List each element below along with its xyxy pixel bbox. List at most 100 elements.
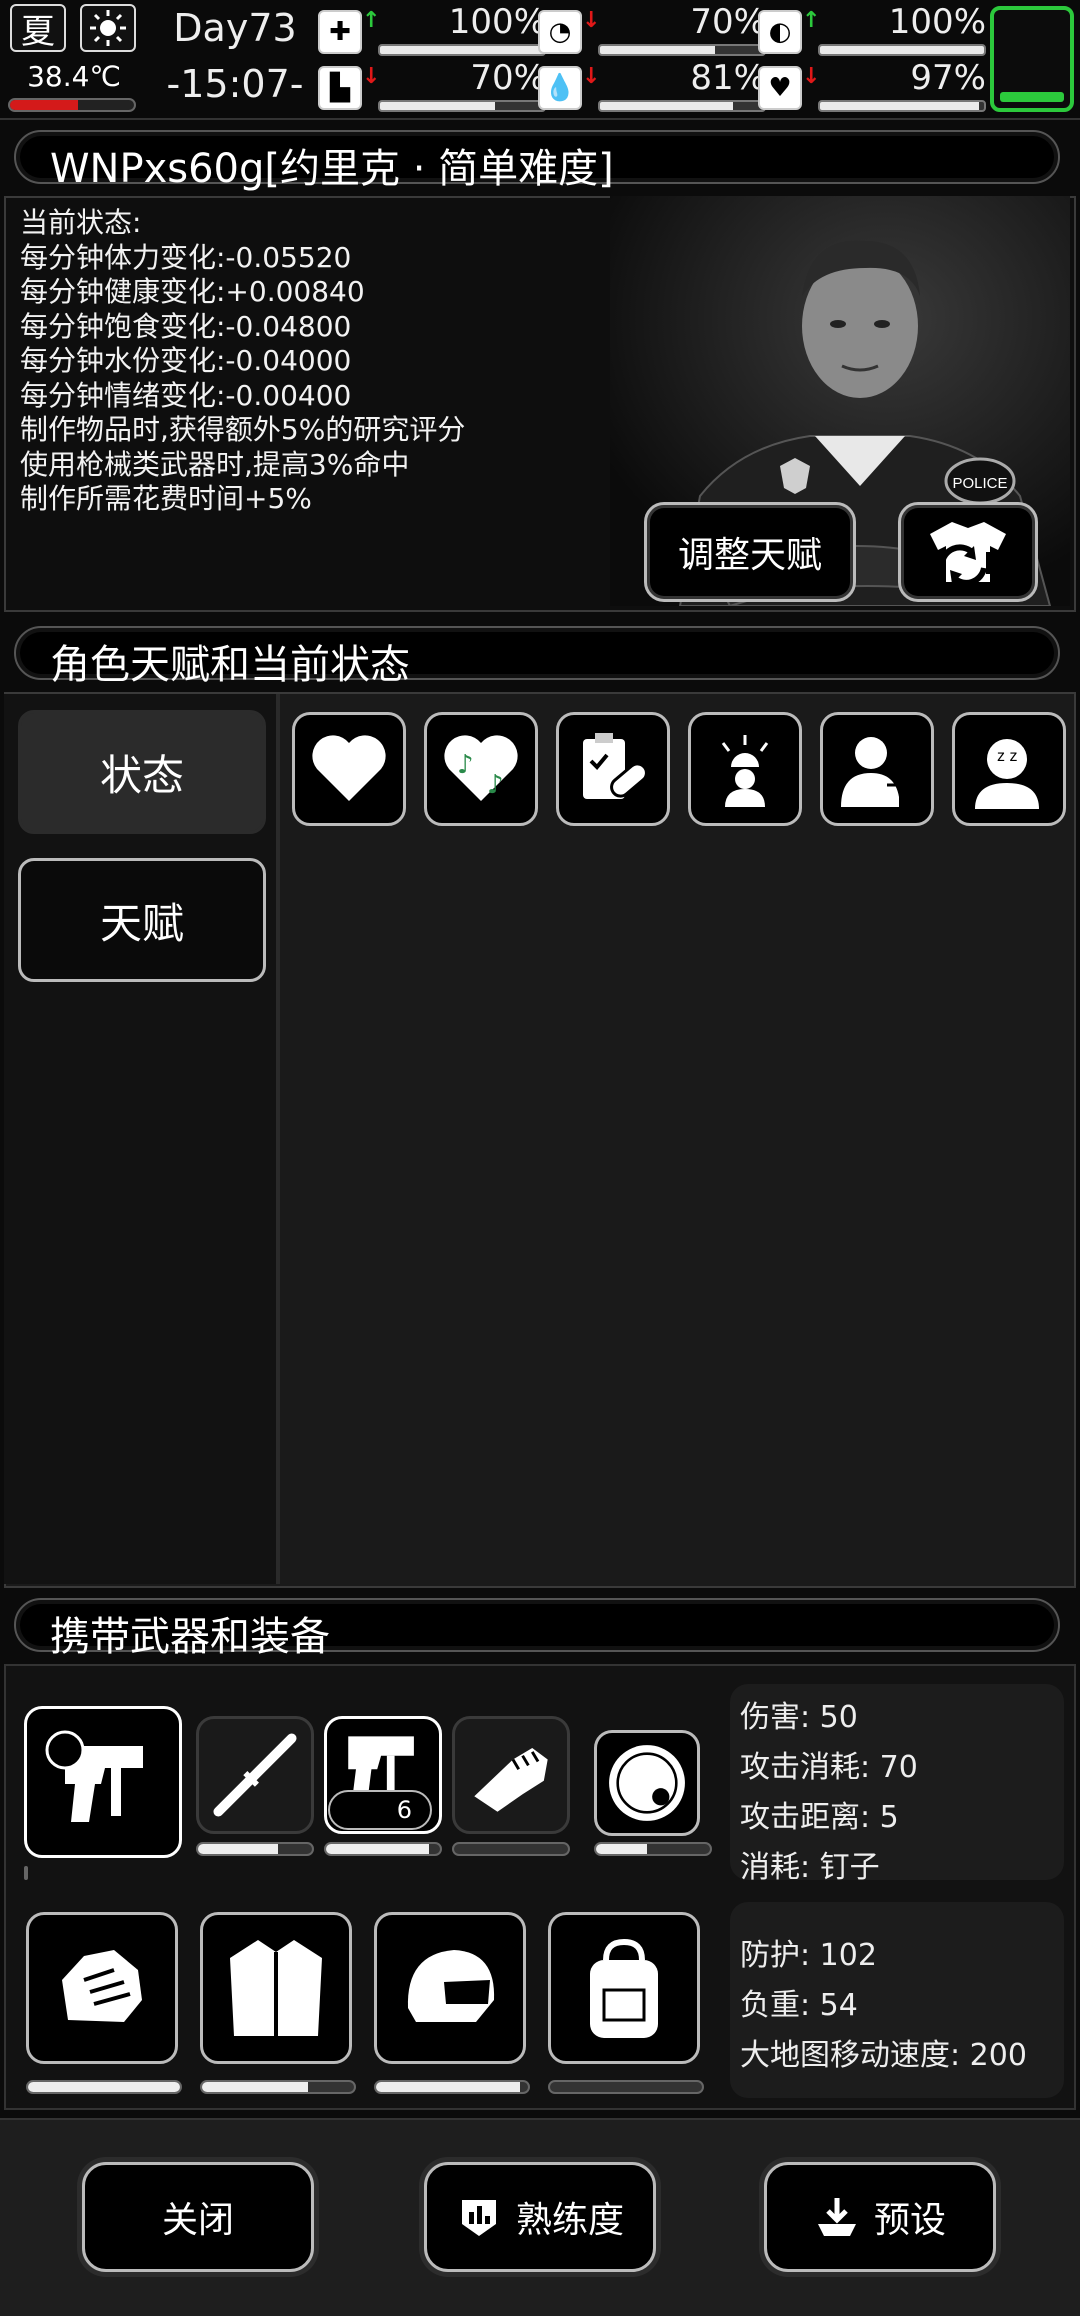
heart-icon: ♥	[758, 66, 802, 110]
tab-status-label: 状态	[99, 750, 184, 800]
stat-mood: ♥ ↓ 97%	[758, 58, 986, 116]
proficiency-button[interactable]: 熟练度	[424, 2162, 656, 2272]
status-line: 每分钟情绪变化:-0.00400	[20, 378, 352, 412]
armor-slot-gloves[interactable]	[26, 1912, 178, 2064]
ammo-count: 6	[396, 1796, 412, 1824]
armor-protection: 防护: 102	[740, 1938, 877, 1973]
status-alarm-person-icon[interactable]	[688, 712, 802, 826]
equipment-title-bar: 携带武器和装备	[14, 1598, 1060, 1660]
police-patch-text: POLICE	[952, 475, 1007, 492]
armor-durability-bar	[26, 2080, 182, 2094]
armor-durability-bar	[548, 2080, 704, 2094]
weapon-slot-nail-gun[interactable]	[24, 1706, 182, 1858]
game-clock: -15:07-	[166, 62, 304, 106]
weapon-ammo-type: 消耗: 钉子	[740, 1850, 880, 1885]
preset-button[interactable]: 预设	[764, 2162, 996, 2272]
weapon-durability-bar	[594, 1842, 712, 1856]
status-person-heartbeat-icon[interactable]	[820, 712, 934, 826]
stat-mood-bar-fill	[820, 102, 980, 110]
change-outfit-button[interactable]	[898, 502, 1038, 602]
status-line: 使用枪械类武器时,提高3%命中	[20, 447, 410, 481]
tab-talents-label: 天赋	[99, 898, 184, 948]
status-info-list: 当前状态: 每分钟体力变化:-0.05520 每分钟健康变化:+0.00840 每分…	[20, 206, 465, 517]
weapon-attack-cost: 攻击消耗: 70	[740, 1750, 918, 1785]
talents-tab-column: 状态 天赋	[4, 694, 280, 1584]
stat-health: ✚ ↑ 100%	[318, 2, 546, 60]
status-person-sleep-icon[interactable]: z z	[952, 712, 1066, 826]
stat-stamina-bar-fill	[380, 102, 495, 110]
weapon-slot-baton[interactable]	[196, 1716, 314, 1834]
tab-talents[interactable]: 天赋	[18, 858, 266, 982]
armor-slot-backpack[interactable]	[548, 1912, 700, 2064]
preset-label: 预设	[873, 2200, 946, 2241]
weapon-durability-bar	[324, 1842, 442, 1856]
weapon-durability-bar	[24, 1866, 28, 1880]
armor-durability-bar	[200, 2080, 356, 2094]
weapon-attack-range: 攻击距离: 5	[740, 1800, 899, 1835]
status-line: 每分钟水份变化:-0.04000	[20, 344, 352, 377]
battery-fill	[1000, 92, 1064, 102]
stat-medicine-bar-fill	[820, 46, 984, 54]
talents-title: 角色天赋和当前状态	[50, 642, 410, 688]
weapon-slot-shield[interactable]	[594, 1730, 700, 1836]
adjust-talent-label: 调整天赋	[677, 535, 822, 576]
weapon-durability-fill	[596, 1844, 648, 1854]
status-line: 每分钟健康变化:+0.00840	[20, 275, 365, 308]
stat-stamina-value: 70%	[470, 58, 546, 98]
proficiency-icon	[461, 2200, 496, 2236]
armor-durability-fill	[376, 2082, 521, 2092]
armor-slot-coat[interactable]	[200, 1912, 352, 2064]
status-line: 制作所需花费时间+5%	[20, 482, 312, 515]
stat-stamina-bar	[378, 100, 546, 112]
stat-mood-value: 97%	[910, 58, 986, 98]
stat-water-bar-fill	[600, 102, 733, 110]
battery-indicator	[990, 6, 1074, 112]
ammo-count-badge: 6	[328, 1790, 432, 1830]
armor-carry-weight: 负重: 54	[740, 1988, 858, 2023]
stat-medicine-value: 100%	[888, 2, 986, 42]
water-drop-icon: 💧	[538, 66, 582, 110]
pill-icon: ◐	[758, 10, 802, 54]
season-badge: 夏	[10, 4, 66, 52]
stat-health-bar-fill	[380, 46, 544, 54]
stat-health-value: 100%	[448, 2, 546, 42]
adjust-talent-button[interactable]: 调整天赋	[644, 502, 856, 602]
status-music-heart-icon[interactable]: ♪ ♪	[424, 712, 538, 826]
tab-status[interactable]: 状态	[18, 710, 266, 834]
armor-durability-fill	[202, 2082, 309, 2092]
weapon-damage: 伤害: 50	[740, 1700, 858, 1735]
medkit-icon: ✚	[318, 10, 362, 54]
armor-slot-helmet[interactable]	[374, 1912, 526, 2064]
stat-hunger-value: 70%	[690, 2, 766, 42]
armor-durability-bar	[374, 2080, 530, 2094]
stat-mood-bar	[818, 100, 986, 112]
day-counter: Day73	[173, 6, 297, 50]
status-clipboard-pill-icon[interactable]	[556, 712, 670, 826]
svg-text:z z: z z	[997, 748, 1017, 765]
character-title: WNPxs60g[约里克 · 简单难度]	[50, 146, 614, 192]
stat-water: 💧 ↓ 81%	[538, 58, 766, 116]
status-bar: 夏 38.4℃ Day73 -15:07- ✚ ↑ 100% ▙ ↓ 70% ◔ ↓ 70% 💧 ↓…	[0, 0, 1080, 120]
armor-durability-fill	[28, 2082, 180, 2092]
status-line: 每分钟饱食变化:-0.04800	[20, 309, 352, 343]
talents-title-bar: 角色天赋和当前状态	[14, 626, 1060, 688]
stat-medicine-bar	[818, 44, 986, 56]
stat-medicine: ◐ ↑ 100%	[758, 2, 986, 60]
stat-hunger: ◔ ↓ 70%	[538, 2, 766, 60]
close-button[interactable]: 关闭	[82, 2162, 314, 2272]
armor-stats-box: 防护: 102 负重: 54 大地图移动速度: 200	[730, 1902, 1064, 2098]
svg-text:♪: ♪	[457, 750, 474, 780]
character-title-bar: WNPxs60g[约里克 · 简单难度]	[14, 130, 1060, 192]
proficiency-label: 熟练度	[515, 2200, 624, 2241]
stat-health-bar	[378, 44, 546, 56]
status-heading: 当前状态:	[20, 206, 142, 239]
weapon-durability-bar	[196, 1842, 314, 1856]
preset-download-icon	[817, 2198, 856, 2236]
status-heart-icon[interactable]	[292, 712, 406, 826]
temperature-bar-fill	[10, 100, 79, 110]
armor-map-speed: 大地图移动速度: 200	[740, 2038, 1027, 2073]
weapon-slot-fist[interactable]	[452, 1716, 570, 1834]
outfit-swap-icon	[930, 522, 1006, 586]
weapon-durability-fill	[198, 1844, 278, 1854]
equipment-title: 携带武器和装备	[50, 1614, 330, 1660]
